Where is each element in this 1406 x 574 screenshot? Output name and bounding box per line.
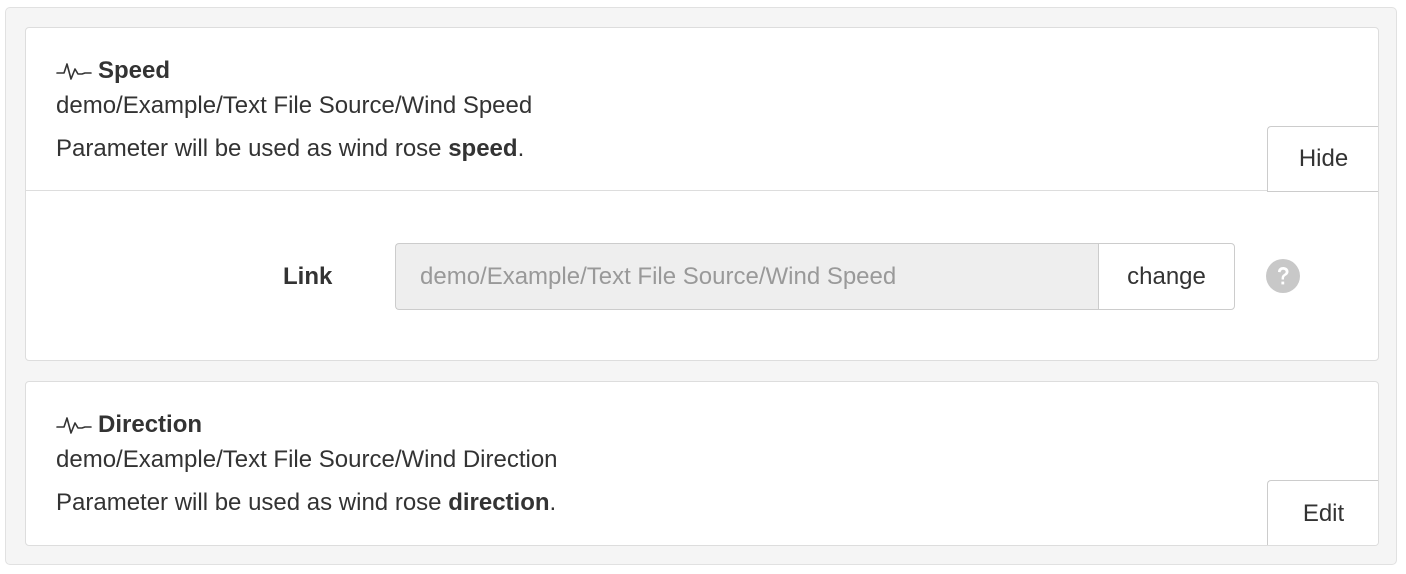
parameter-description: Parameter will be used as wind rose dire… <box>56 489 556 517</box>
description-role: speed <box>448 135 518 162</box>
parameter-header: Speed demo/Example/Text File Source/Wind… <box>26 28 1378 192</box>
pulse-icon <box>56 63 92 80</box>
parameter-path: demo/Example/Text File Source/Wind Speed <box>56 92 533 119</box>
parameter-link-section: Link change <box>26 191 1378 360</box>
description-suffix: . <box>549 489 557 516</box>
link-input[interactable] <box>395 243 1098 310</box>
parameters-container: Speed demo/Example/Text File Source/Wind… <box>5 7 1397 565</box>
link-label: Link <box>283 263 333 290</box>
edit-button[interactable]: Edit <box>1267 480 1378 545</box>
parameter-path: demo/Example/Text File Source/Wind Direc… <box>56 446 558 473</box>
question-circle-icon[interactable] <box>1265 258 1301 294</box>
parameter-title: Speed <box>98 57 171 84</box>
description-suffix: . <box>517 135 525 162</box>
hide-button[interactable]: Hide <box>1267 126 1378 192</box>
pulse-icon <box>56 417 92 434</box>
parameter-title-row: Direction <box>56 410 202 440</box>
parameter-header: Direction demo/Example/Text File Source/… <box>26 382 1378 545</box>
description-role: direction <box>448 489 550 516</box>
parameter-panel-speed: Speed demo/Example/Text File Source/Wind… <box>25 27 1379 361</box>
parameter-panel-direction: Direction demo/Example/Text File Source/… <box>25 381 1379 546</box>
parameter-title-row: Speed <box>56 56 170 86</box>
parameter-title: Direction <box>98 411 203 438</box>
parameter-description: Parameter will be used as wind rose spee… <box>56 135 524 163</box>
change-button[interactable]: change <box>1098 243 1235 310</box>
description-text: Parameter will be used as wind rose <box>56 135 449 162</box>
description-text: Parameter will be used as wind rose <box>56 489 449 516</box>
link-input-group: change <box>395 243 1235 310</box>
